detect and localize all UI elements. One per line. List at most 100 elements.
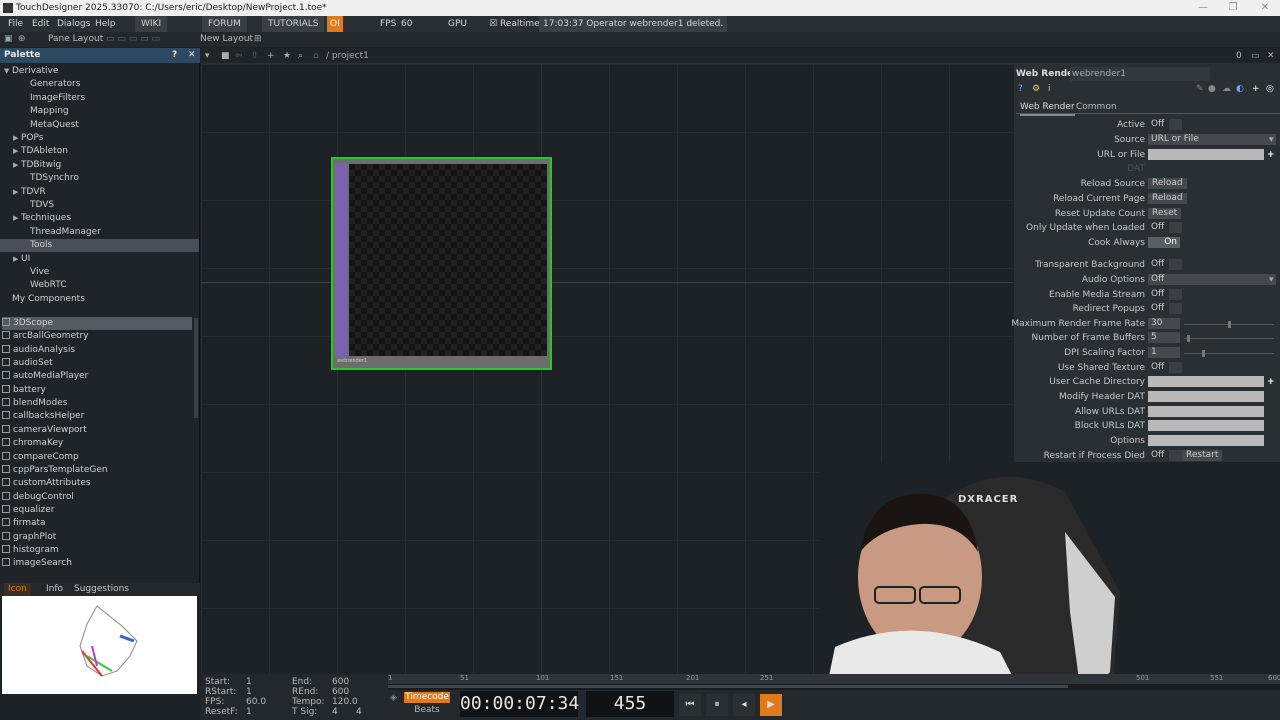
component-list-item[interactable]: cppParsTemplateGen <box>2 464 192 477</box>
timecode-mode-button[interactable]: Timecode <box>404 692 450 703</box>
component-list-item[interactable]: histogram <box>2 544 192 557</box>
gpu-label[interactable]: GPU <box>448 16 467 32</box>
param-toggle[interactable]: Off <box>1148 259 1164 270</box>
component-list-item[interactable]: arcBallGeometry <box>2 330 192 343</box>
tab-common[interactable]: Common <box>1076 100 1117 114</box>
minimize-button[interactable]: — <box>1188 0 1218 16</box>
edit-icon[interactable]: ✎ <box>1196 83 1204 95</box>
param-field[interactable] <box>1148 406 1264 417</box>
menu-help[interactable]: Help <box>95 16 116 32</box>
slider-knob[interactable] <box>1228 321 1231 328</box>
browse-plus-icon[interactable]: + <box>1267 148 1275 162</box>
palette-tree-item[interactable]: Vive <box>0 266 199 279</box>
new-layout-tab[interactable]: New Layout <box>200 32 253 47</box>
toggle-switch[interactable] <box>1169 289 1182 300</box>
param-number-field[interactable]: 1 <box>1148 347 1180 358</box>
param-number-field[interactable]: 5 <box>1148 332 1180 343</box>
comment-icon[interactable]: ● <box>1208 83 1216 95</box>
network-close-icon[interactable]: ✕ <box>1267 48 1275 64</box>
param-field[interactable] <box>1148 391 1264 402</box>
expand-arrow-icon[interactable]: ▶ <box>13 186 21 199</box>
expand-arrow-icon[interactable]: ▶ <box>13 159 21 172</box>
slider-track[interactable] <box>1184 353 1274 354</box>
component-list-item[interactable]: chromaKey <box>2 437 192 450</box>
palette-tree-item[interactable]: Tools <box>0 239 199 253</box>
webrender-node[interactable]: webrender1 <box>331 157 552 370</box>
add-param-icon[interactable]: + <box>1252 83 1260 95</box>
menu-edit[interactable]: Edit <box>32 16 49 32</box>
palette-tree-item[interactable]: ▶ UI <box>0 253 199 266</box>
menu-file[interactable]: File <box>8 16 23 32</box>
palette-help-icon[interactable]: ? <box>172 48 177 63</box>
tab-suggestions[interactable]: Suggestions <box>70 583 133 596</box>
component-list-item[interactable]: audioSet <box>2 357 192 370</box>
network-up-icon[interactable]: ⇧ <box>251 48 259 64</box>
palette-tree-item[interactable]: Mapping <box>0 105 199 118</box>
component-list-item[interactable]: debugControl <box>2 491 192 504</box>
param-toggle[interactable]: Off <box>1148 222 1164 233</box>
pause-button[interactable]: ⏸ <box>706 694 728 716</box>
oi-button[interactable]: OI <box>327 16 343 32</box>
cloud-icon[interactable]: ☁ <box>1222 83 1231 95</box>
rstart-value[interactable]: 1 <box>246 687 252 697</box>
palette-tree-item[interactable]: ThreadManager <box>0 226 199 239</box>
component-list-item[interactable]: callbacksHelper <box>2 410 192 423</box>
param-toggle[interactable]: Off <box>1148 289 1164 300</box>
param-field[interactable] <box>1148 376 1264 387</box>
component-list-item[interactable]: battery <box>2 384 192 397</box>
palette-tree-item[interactable]: Generators <box>0 78 199 91</box>
tsig-b[interactable]: 4 <box>356 707 362 717</box>
layout-presets-icon[interactable]: ▭ ▭ ▭ ▭ ▭ <box>106 32 160 47</box>
palette-tree-item[interactable]: ▶ TDBitwig <box>0 159 199 172</box>
resetf-value[interactable]: 1 <box>246 707 252 717</box>
toggle-switch[interactable] <box>1169 303 1182 314</box>
settings-icon[interactable]: ◎ <box>1266 83 1274 95</box>
network-home-icon[interactable]: ⌂ <box>313 48 319 64</box>
toggle-switch[interactable] <box>1169 450 1182 461</box>
frame-display[interactable]: 455 <box>586 691 674 717</box>
forum-button[interactable]: FORUM <box>202 16 247 32</box>
restart-button[interactable]: Restart <box>1182 450 1223 461</box>
component-list-item[interactable]: 3DScope <box>2 317 192 330</box>
palette-tree-item[interactable]: ▶ TDVR <box>0 186 199 199</box>
tab-icon[interactable]: Icon <box>4 583 31 596</box>
param-toggle[interactable]: Off <box>1148 303 1164 314</box>
param-pulse-button[interactable]: Reload <box>1148 178 1187 189</box>
component-list-scrollbar[interactable] <box>194 318 198 418</box>
param-toggle[interactable]: Off <box>1148 362 1164 373</box>
python-icon[interactable]: ⚙ <box>1032 83 1040 95</box>
component-list-item[interactable]: compareComp <box>2 451 192 464</box>
beats-mode-button[interactable]: Beats <box>404 705 450 716</box>
param-pulse-button[interactable]: Reload <box>1148 193 1187 204</box>
palette-tree-item[interactable]: TDSynchro <box>0 172 199 185</box>
palette-tree-item[interactable]: ▶ POPs <box>0 132 199 145</box>
dropdown-arrow-icon[interactable]: ▾ <box>1269 273 1274 287</box>
slider-knob[interactable] <box>1187 335 1190 342</box>
param-menu[interactable]: Off <box>1148 274 1276 285</box>
tsig-a[interactable]: 4 <box>332 707 338 717</box>
component-list-item[interactable]: firmata <box>2 517 192 530</box>
timecode-mode-icon[interactable]: ◈ <box>390 693 397 703</box>
network-search-icon[interactable]: ⌕ <box>298 48 303 64</box>
toggle-switch[interactable] <box>1169 259 1182 270</box>
param-toggle[interactable]: On <box>1148 237 1180 248</box>
component-list-item[interactable]: imageSearch <box>2 557 192 570</box>
network-back-icon[interactable]: ⇦ <box>235 48 243 64</box>
rewind-to-start-button[interactable]: ⏮ <box>679 694 701 716</box>
param-field[interactable] <box>1148 435 1264 446</box>
param-toggle[interactable]: Off <box>1148 450 1164 461</box>
op-name-field[interactable]: webrender1 <box>1070 67 1210 81</box>
expand-arrow-icon[interactable]: ▶ <box>13 253 21 266</box>
palette-close-icon[interactable]: ✕ <box>188 48 196 63</box>
param-pulse-button[interactable]: Reset <box>1148 208 1182 219</box>
expand-arrow-icon[interactable]: ▶ <box>13 212 21 225</box>
network-menu-icon[interactable]: ▾ <box>205 48 210 64</box>
slider-track[interactable] <box>1184 338 1274 339</box>
param-number-field[interactable]: 30 <box>1148 318 1180 329</box>
palette-tree-item[interactable]: ▶ TDAbleton <box>0 145 199 158</box>
start-value[interactable]: 1 <box>246 677 252 687</box>
component-list-item[interactable]: customAttributes <box>2 477 192 490</box>
component-list-item[interactable]: equalizer <box>2 504 192 517</box>
slider-knob[interactable] <box>1202 350 1205 357</box>
fps-value[interactable]: 60.0 <box>246 697 266 707</box>
